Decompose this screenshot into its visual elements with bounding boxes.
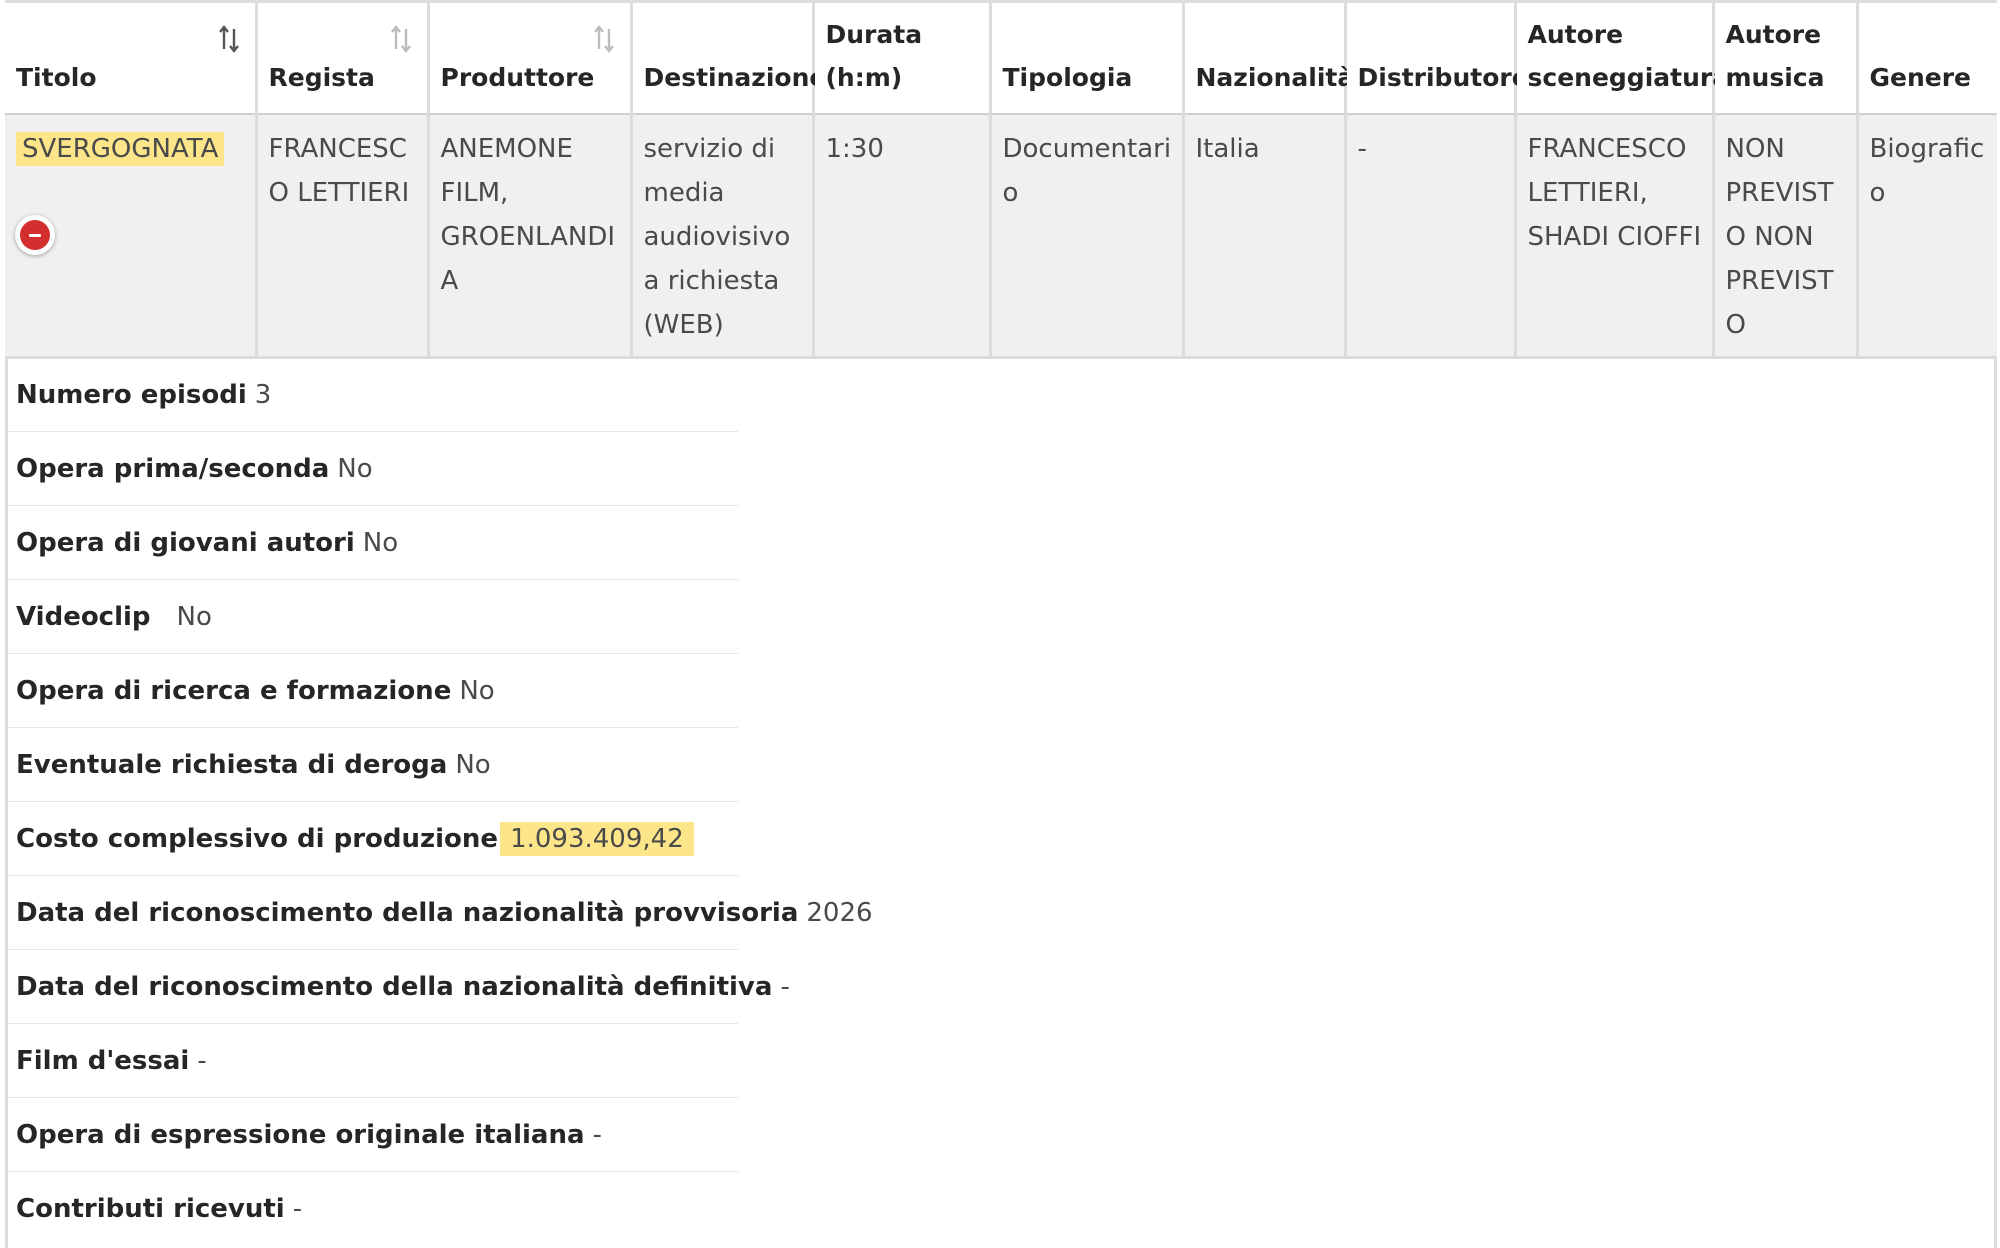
detail-opera-prima-seconda: Opera prima/seconda No xyxy=(8,432,738,506)
column-header-destinazione: Destinazione xyxy=(631,3,826,115)
column-label: Genere xyxy=(1869,63,1972,92)
detail-label: Contributi ricevuti xyxy=(16,1194,285,1224)
column-label: Autore sceneggiatura xyxy=(1527,20,1730,92)
detail-costo-produzione: Costo complessivo di produzione 1.093.40… xyxy=(8,802,738,876)
detail-label: Videoclip xyxy=(16,601,151,632)
cell-nazionalita: Italia xyxy=(1183,114,1347,359)
sort-icon[interactable] xyxy=(389,23,413,55)
detail-label: Opera di giovani autori xyxy=(16,527,355,558)
detail-value: - xyxy=(780,971,790,1002)
sort-icon[interactable] xyxy=(592,23,616,55)
detail-label: Data del riconoscimento della nazionalit… xyxy=(16,897,799,928)
table-row: SVERGOGNATA FRANCESCO LETTIERI ANEMONE F… xyxy=(5,114,1997,359)
detail-value: 2026 xyxy=(806,897,873,928)
cell-titolo: SVERGOGNATA xyxy=(5,114,258,359)
detail-opera-giovani-autori: Opera di giovani autori No xyxy=(8,506,738,580)
detail-label: Film d'essai xyxy=(16,1045,190,1076)
detail-label: Opera di espressione originale italiana xyxy=(16,1119,585,1150)
column-label: Produttore xyxy=(440,63,595,92)
column-header-nazionalita: Nazionalità xyxy=(1183,3,1354,115)
cell-autore-sceneggiatura: FRANCESCO LETTIERI, SHADI CIOFFI xyxy=(1515,114,1715,359)
detail-contributi-ricevuti: Contributi ricevuti - xyxy=(8,1172,738,1246)
details-list: Numero episodi 3 Opera prima/seconda No … xyxy=(8,358,873,1246)
column-header-produttore[interactable]: Produttore xyxy=(428,3,633,115)
column-header-autore-sceneggiatura: Autore sceneggiatura xyxy=(1515,3,1729,115)
cell-genere: Biografico xyxy=(1857,114,1997,359)
detail-value: No xyxy=(455,749,491,780)
table-header-row: Titolo Regista Produttore Destinazione D… xyxy=(5,3,1997,115)
detail-richiesta-deroga: Eventuale richiesta di deroga No xyxy=(8,728,738,802)
column-header-tipologia: Tipologia xyxy=(990,3,1185,115)
title-highlight: SVERGOGNATA xyxy=(16,132,225,166)
detail-label: Eventuale richiesta di deroga xyxy=(16,749,448,780)
sort-icon[interactable] xyxy=(217,23,241,55)
cell-tipologia: Documentario xyxy=(990,114,1185,359)
minus-circle-icon xyxy=(20,220,50,250)
column-label: Tipologia xyxy=(1002,63,1133,92)
column-label: Titolo xyxy=(16,63,97,92)
detail-espressione-originale: Opera di espressione originale italiana … xyxy=(8,1098,738,1172)
column-header-durata: Durata (h:m) xyxy=(813,3,992,115)
column-label: Nazionalità xyxy=(1195,63,1355,92)
column-label: Distributore xyxy=(1357,63,1529,92)
cell-autore-musica: NON PREVISTO NON PREVISTO xyxy=(1713,114,1859,359)
column-label: Durata (h:m) xyxy=(825,20,923,92)
detail-label: Opera di ricerca e formazione xyxy=(16,675,452,706)
column-header-genere: Genere xyxy=(1857,3,1997,115)
detail-label: Opera prima/seconda xyxy=(16,453,330,484)
column-header-autore-musica: Autore musica xyxy=(1713,3,1859,115)
column-header-titolo[interactable]: Titolo xyxy=(5,3,258,115)
detail-value: No xyxy=(337,453,373,484)
detail-nazionalita-provvisoria: Data del riconoscimento della nazionalit… xyxy=(8,876,873,950)
detail-value: 3 xyxy=(254,379,272,410)
detail-ricerca-formazione: Opera di ricerca e formazione No xyxy=(8,654,738,728)
detail-value: - xyxy=(292,1194,303,1224)
detail-value: - xyxy=(592,1119,602,1150)
detail-videoclip: Videoclip No xyxy=(8,580,738,654)
cell-distributore: - xyxy=(1345,114,1517,359)
detail-value: No xyxy=(459,675,495,706)
films-table: Titolo Regista Produttore Destinazione D… xyxy=(5,3,1997,359)
detail-nazionalita-definitiva: Data del riconoscimento della nazionalit… xyxy=(8,950,790,1024)
detail-value: - xyxy=(197,1045,207,1076)
detail-label: Data del riconoscimento della nazionalit… xyxy=(16,971,773,1002)
column-label: Destinazione xyxy=(643,63,827,92)
detail-value: No xyxy=(362,527,399,558)
column-label: Regista xyxy=(268,63,375,92)
cell-produttore: ANEMONE FILM, GROENLANDIA xyxy=(428,114,633,359)
cell-durata: 1:30 xyxy=(813,114,992,359)
detail-label: Numero episodi xyxy=(16,379,247,410)
remove-button[interactable] xyxy=(15,215,55,255)
detail-value-highlighted: 1.093.409,42 xyxy=(500,821,694,856)
detail-label: Costo complessivo di produzione xyxy=(16,823,499,854)
detail-film-essai: Film d'essai - xyxy=(8,1024,738,1098)
cell-destinazione: servizio di media audiovisivo a richiest… xyxy=(631,114,815,359)
column-header-regista[interactable]: Regista xyxy=(256,3,430,115)
detail-numero-episodi: Numero episodi 3 xyxy=(8,358,738,432)
detail-value: No xyxy=(176,601,212,632)
column-header-distributore: Distributore xyxy=(1345,3,1529,115)
column-label: Autore musica xyxy=(1725,20,1825,92)
cell-regista: FRANCESCO LETTIERI xyxy=(256,114,430,359)
